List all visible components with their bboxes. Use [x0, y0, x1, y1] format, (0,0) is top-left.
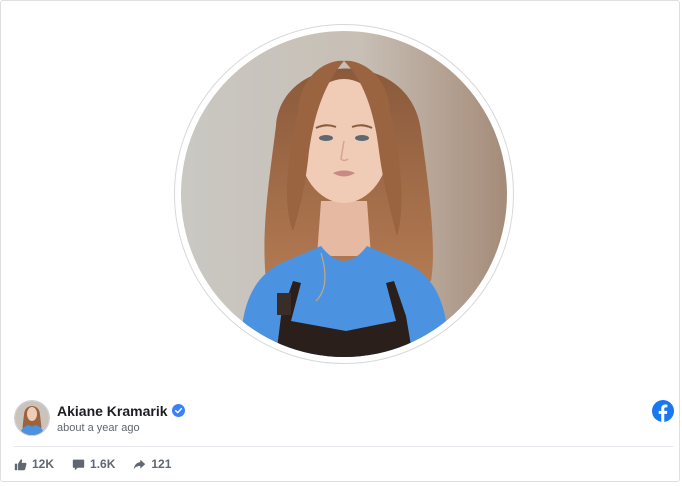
- stats-divider: [14, 446, 673, 447]
- comments-stat[interactable]: 1.6K: [72, 457, 115, 471]
- facebook-logo-icon[interactable]: [652, 400, 674, 422]
- author-name-row: Akiane Kramarik: [57, 403, 185, 419]
- verified-badge-icon: [171, 404, 185, 417]
- author-name[interactable]: Akiane Kramarik: [57, 403, 168, 419]
- likes-stat[interactable]: 12K: [14, 457, 54, 471]
- shares-stat[interactable]: 121: [133, 457, 171, 471]
- shares-count: 121: [151, 457, 172, 471]
- comments-count: 1.6K: [90, 457, 116, 471]
- share-arrow-icon: [134, 459, 146, 469]
- comment-icon: [72, 459, 85, 470]
- author-avatar[interactable]: [14, 400, 50, 436]
- engagement-stats: 12K 1.6K 121: [14, 455, 189, 473]
- likes-count: 12K: [32, 457, 55, 471]
- post-photo-frame: [174, 24, 514, 364]
- post-photo[interactable]: [181, 31, 507, 357]
- post-timestamp[interactable]: about a year ago: [57, 422, 185, 434]
- thumbs-up-icon: [14, 458, 27, 470]
- facebook-post-card: Akiane Kramarik about a year ago 12K 1.6…: [0, 0, 680, 482]
- author-info: Akiane Kramarik about a year ago: [57, 403, 185, 434]
- post-author: Akiane Kramarik about a year ago: [14, 398, 185, 438]
